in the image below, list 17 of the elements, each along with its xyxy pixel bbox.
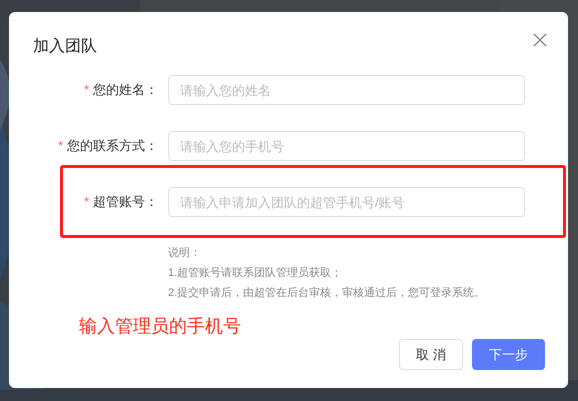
input-field[interactable]: 请输入您的手机号 [168, 131, 525, 161]
required-mark: * [84, 81, 89, 100]
input-field[interactable]: 请输入您的姓名 [168, 75, 525, 105]
field-label: 您的联系方式： [67, 137, 158, 156]
note-text: 说明： [168, 246, 202, 261]
note-text: 1.超管账号请联系团队管理员获取； [168, 266, 344, 281]
note-text: 2.提交申请后，由超管在后台审核，审核通过后，您可登录系统。 [168, 286, 486, 301]
close-icon[interactable] [533, 33, 547, 47]
required-mark: * [58, 137, 63, 156]
dialog-title: 加入团队 [33, 36, 97, 57]
required-mark: * [84, 193, 89, 212]
next-button[interactable]: 下一步 [472, 339, 545, 370]
field-label: 您的姓名： [93, 81, 158, 100]
cancel-button[interactable]: 取 消 [399, 339, 463, 370]
field-label: 超管账号： [93, 193, 158, 212]
input-field[interactable]: 请输入申请加入团队的超管手机号/账号 [168, 187, 525, 217]
annotation-text: 输入管理员的手机号 [79, 315, 242, 338]
